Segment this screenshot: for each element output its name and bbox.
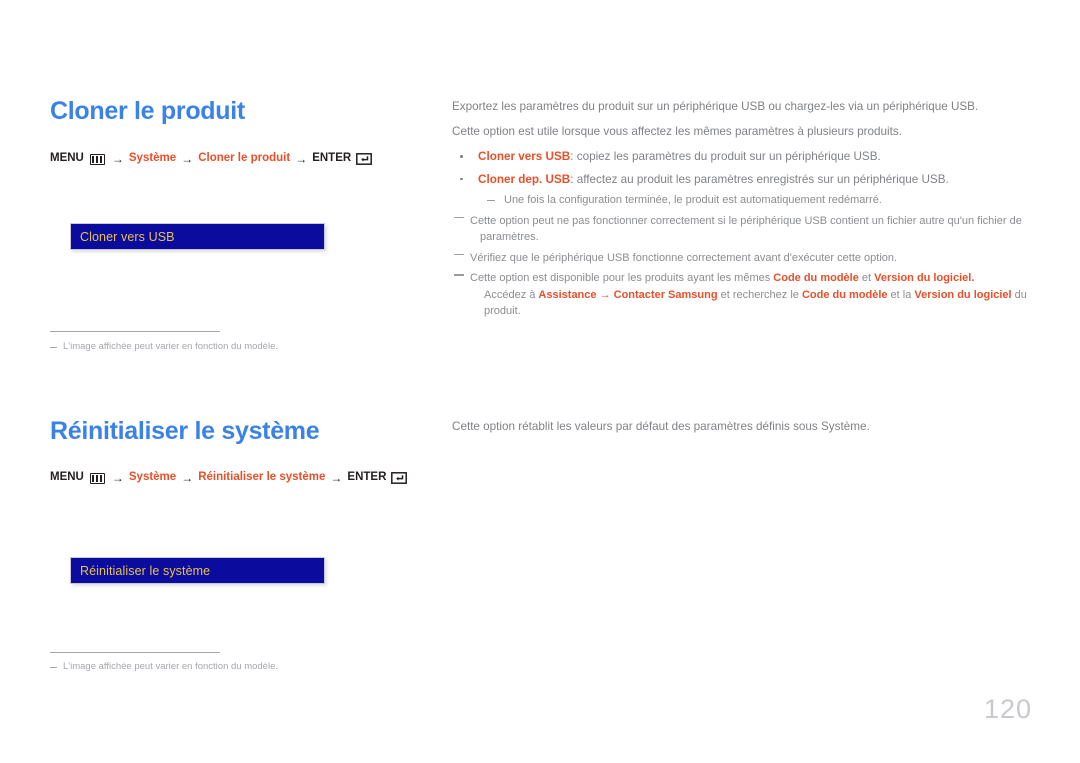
breadcrumb: MENU → Système → Réinitialiser le systèm…	[50, 472, 430, 484]
term-contacter-samsung: Contacter Samsung	[613, 288, 718, 301]
note-mid-3: et la	[887, 288, 915, 301]
note-text: Vérifiez que le périphérique USB fonctio…	[470, 251, 898, 264]
footnote-divider-2	[50, 652, 220, 653]
dash-marker	[487, 199, 495, 201]
footnote-text: L'image affichée peut varier en fonction…	[63, 661, 278, 672]
menu-grid-icon	[89, 472, 105, 484]
breadcrumb-enter-label: ENTER	[347, 471, 387, 484]
option-description: : copiez les paramètres du produit sur u…	[570, 150, 881, 164]
screen-capture-label: Réinitialiser le système	[80, 563, 211, 578]
enter-key-icon	[356, 153, 373, 165]
note-text-lead-2: Accédez à	[484, 288, 539, 301]
page-number: 120	[983, 694, 1032, 724]
breadcrumb-path-reinitialiser-le-systeme: Réinitialiser le système	[198, 471, 326, 484]
note-text-lead: Cette option est disponible pour les pro…	[470, 272, 774, 285]
note-item: Cette option peut ne pas fonctionner cor…	[452, 213, 1032, 246]
body-paragraph: Cette option est utile lorsque vous affe…	[452, 125, 902, 139]
list-item: Cloner dep. USB: affectez au produit les…	[452, 171, 1032, 209]
breadcrumb-path-cloner-le-produit: Cloner le produit	[198, 152, 291, 165]
note-conjunction: et	[858, 272, 875, 285]
breadcrumb-arrow-3: →	[295, 152, 308, 166]
note-item-model-code: Cette option est disponible pour les pro…	[452, 270, 1032, 320]
term-version-du-logiciel-2: Version du logiciel	[914, 288, 1012, 301]
body-paragraph: Cette option rétablit les valeurs par dé…	[452, 420, 870, 433]
note-text: Cette option peut ne pas fonctionner cor…	[470, 214, 1022, 227]
dash-marker	[454, 216, 464, 219]
note-item: Vérifiez que le périphérique USB fonctio…	[452, 250, 1032, 267]
breadcrumb-path-systeme: Système	[128, 471, 177, 484]
dash-marker	[454, 274, 464, 276]
option-term: Cloner vers USB	[478, 150, 571, 164]
breadcrumb-arrow-3: →	[330, 471, 343, 485]
dash-marker	[454, 253, 464, 256]
footnote-text: L'image affichée peut varier en fonction…	[63, 341, 278, 352]
page-title-cloner-le-produit: Cloner le produit	[50, 97, 245, 125]
breadcrumb-cloner-le-produit: MENU → Système → Cloner le produit → ENT…	[50, 153, 430, 165]
note-arrow: →	[596, 288, 614, 301]
note-mid-2: et recherchez le	[717, 288, 802, 301]
dash-marker	[50, 347, 57, 348]
note-text-continued: Accédez à Assistance → Contacter Samsung…	[470, 287, 1032, 320]
screen-capture-cloner-vers-usb: Cloner vers USB	[70, 223, 325, 250]
term-code-du-modele-2: Code du modèle	[801, 288, 888, 301]
menu-grid-icon	[89, 153, 105, 165]
footnote-divider-1	[50, 331, 220, 332]
page-title-reinitialiser-le-systeme: Réinitialiser le système	[50, 417, 320, 445]
option-sub-list: Une fois la configuration terminée, le p…	[478, 192, 1032, 209]
note-period: .	[971, 272, 975, 285]
breadcrumb-arrow-2: →	[181, 471, 194, 485]
list-item: Une fois la configuration terminée, le p…	[478, 192, 1032, 209]
footnote-2: L'image affichée peut varier en fonction…	[50, 661, 278, 672]
term-assistance: Assistance	[538, 288, 597, 301]
breadcrumb-menu-label: MENU	[50, 471, 84, 484]
note-text-continued: paramètres.	[480, 231, 539, 244]
breadcrumb-reinitialiser-le-systeme: MENU → Système → Réinitialiser le systèm…	[50, 472, 430, 484]
section-cloner-le-produit-left: Cloner le produit	[50, 97, 430, 126]
breadcrumb: MENU → Système → Cloner le produit → ENT…	[50, 153, 430, 165]
section-reinitialiser-le-systeme-left: Réinitialiser le système	[50, 417, 430, 446]
option-sub-text: Une fois la configuration terminée, le p…	[504, 193, 882, 206]
section-cloner-le-produit-body: Exportez les paramètres du produit sur u…	[452, 98, 1032, 324]
breadcrumb-arrow-1: →	[111, 152, 124, 166]
breadcrumb-path-systeme: Système	[128, 152, 177, 165]
manual-page: Cloner le produit MENU → Système → Clone…	[0, 0, 1080, 763]
bullet-dot-icon	[460, 155, 463, 158]
option-list: Cloner vers USB: copiez les paramètres d…	[452, 148, 1032, 208]
section-reinitialiser-le-systeme-body: Cette option rétablit les valeurs par dé…	[452, 418, 1032, 443]
dash-marker	[50, 667, 57, 668]
term-version-du-logiciel: Version du logiciel	[874, 272, 972, 285]
breadcrumb-arrow-2: →	[181, 152, 194, 166]
breadcrumb-menu-label: MENU	[50, 152, 84, 165]
breadcrumb-enter-label: ENTER	[312, 152, 352, 165]
bullet-dot-icon	[460, 177, 463, 181]
screen-capture-label: Cloner vers USB	[80, 229, 175, 244]
footnote-1: L'image affichée peut varier en fonction…	[50, 341, 278, 352]
body-paragraph: Exportez les paramètres du produit sur u…	[452, 100, 979, 113]
option-description: : affectez au produit les paramètres enr…	[570, 172, 949, 186]
term-code-du-modele: Code du modèle	[773, 272, 859, 285]
breadcrumb-arrow-1: →	[111, 471, 124, 485]
option-term: Cloner dep. USB	[478, 172, 571, 186]
screen-capture-reinitialiser-le-systeme: Réinitialiser le système	[70, 557, 325, 584]
note-list: Cette option peut ne pas fonctionner cor…	[452, 213, 1032, 320]
list-item: Cloner vers USB: copiez les paramètres d…	[452, 148, 1032, 167]
enter-key-icon	[391, 472, 408, 484]
